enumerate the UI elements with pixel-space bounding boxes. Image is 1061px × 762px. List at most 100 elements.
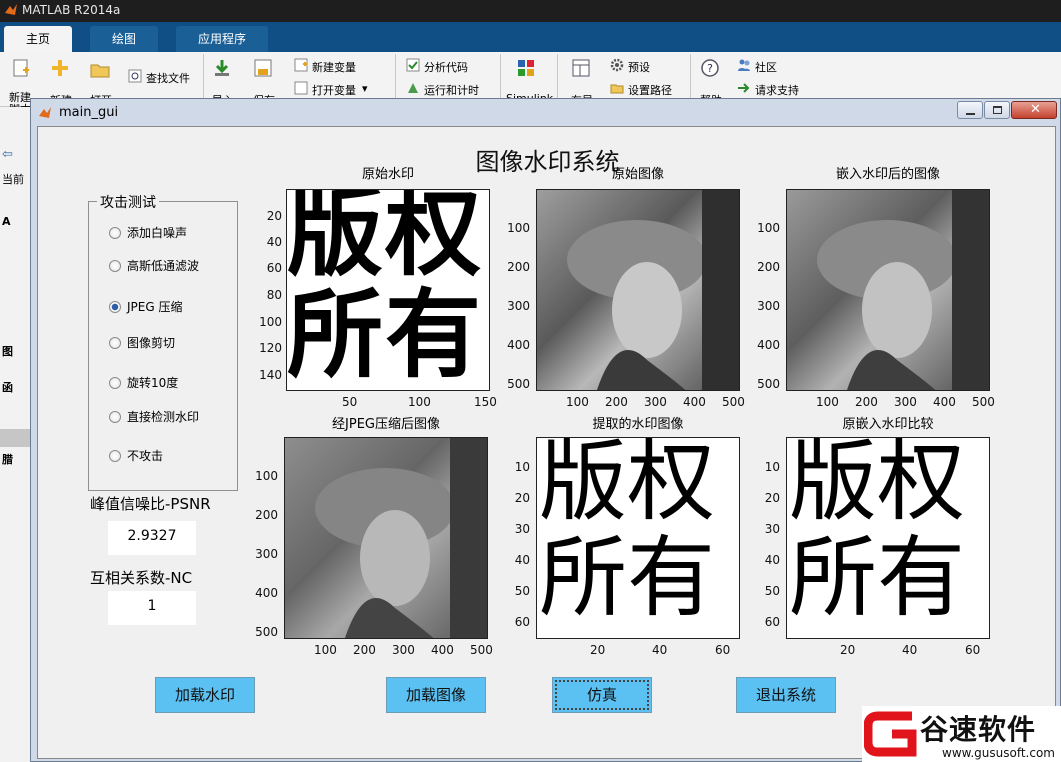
radio-crop-label: 图像剪切 — [127, 336, 176, 350]
ytick: 200 — [507, 260, 530, 274]
new-plus-icon[interactable] — [50, 58, 70, 78]
radio-direct-detect[interactable]: 直接检测水印 — [109, 408, 199, 425]
ribbon-tab-strip: 主页 绘图 应用程序 — [0, 22, 1061, 52]
community-icon[interactable] — [737, 58, 751, 72]
panel-section-fig[interactable]: 图 — [2, 343, 13, 359]
ytick: 100 — [507, 221, 530, 235]
find-files-icon[interactable] — [128, 69, 142, 83]
ytick: 20 — [266, 209, 282, 223]
xtick: 200 — [605, 395, 628, 409]
analyze-code-label[interactable]: 分析代码 — [424, 59, 468, 75]
ytick: 30 — [514, 522, 530, 536]
import-icon[interactable] — [212, 58, 232, 78]
request-support-icon[interactable] — [737, 81, 751, 95]
ytick: 50 — [514, 584, 530, 598]
axes-title-watermark-compare: 原嵌入水印比较 — [842, 417, 934, 432]
save-icon[interactable] — [253, 58, 273, 78]
preferences-label[interactable]: 预设 — [628, 59, 650, 75]
ytick: 120 — [259, 341, 282, 355]
help-icon[interactable]: ? — [700, 58, 720, 78]
xtick: 20 — [840, 643, 856, 657]
radio-direct-detect-indicator[interactable] — [109, 410, 121, 423]
open-variable-label[interactable]: 打开变量 — [312, 82, 356, 98]
radio-white-noise-indicator[interactable] — [109, 226, 121, 239]
radio-no-attack-indicator[interactable] — [109, 449, 121, 462]
community-label[interactable]: 社区 — [755, 59, 777, 75]
request-support-label[interactable]: 请求支持 — [755, 82, 799, 98]
layout-icon[interactable] — [571, 58, 591, 78]
watermark-char: 有 — [385, 278, 483, 391]
xtick: 60 — [965, 643, 981, 657]
open-folder-icon[interactable] — [90, 60, 110, 80]
gususoft-logo: 谷速软件 www.gususoft.com — [862, 706, 1061, 762]
chevron-down-icon[interactable]: ▾ — [362, 82, 368, 95]
find-files-label[interactable]: 查找文件 — [146, 70, 190, 86]
tab-apps[interactable]: 应用程序 — [176, 26, 269, 52]
gear-icon[interactable] — [610, 58, 624, 72]
xtick: 300 — [392, 643, 415, 657]
load-image-button[interactable]: 加载图像 — [386, 677, 486, 713]
panel-section-other[interactable]: 腊 — [2, 451, 13, 467]
analyze-code-icon[interactable] — [406, 58, 420, 72]
ytick: 40 — [266, 235, 282, 249]
watermark-char: 版 — [789, 437, 878, 533]
radio-white-noise[interactable]: 添加白噪声 — [109, 224, 187, 241]
ytick: 10 — [764, 460, 780, 474]
xtick: 50 — [342, 395, 358, 409]
panel-selection-bar — [0, 429, 34, 447]
new-variable-label[interactable]: 新建变量 — [312, 59, 356, 75]
radio-no-attack[interactable]: 不攻击 — [109, 447, 163, 464]
watermark-char: 版 — [287, 189, 385, 289]
tab-home[interactable]: 主页 — [4, 26, 73, 52]
panel-section-a[interactable]: A — [2, 215, 11, 228]
close-button[interactable]: ✕ — [1011, 101, 1057, 119]
matlab-window-icon — [39, 107, 51, 118]
watermark-char: 版 — [539, 437, 628, 533]
axes-title-watermarked-image: 嵌入水印后的图像 — [835, 167, 940, 182]
ytick: 400 — [255, 586, 278, 600]
extracted-chars-row2: 所有 — [539, 528, 739, 628]
simulate-button[interactable]: 仿真 — [552, 677, 652, 713]
maximize-button[interactable] — [984, 101, 1010, 119]
load-watermark-button[interactable]: 加载水印 — [155, 677, 255, 713]
radio-gaussian-filter[interactable]: 高斯低通滤波 — [109, 257, 199, 274]
maximize-icon — [993, 106, 1002, 114]
axes-extracted-watermark: 版权 所有 — [536, 437, 740, 639]
run-time-label[interactable]: 运行和计时 — [424, 82, 479, 98]
ytick: 40 — [764, 553, 780, 567]
exit-system-button[interactable]: 退出系统 — [736, 677, 836, 713]
set-path-label[interactable]: 设置路径 — [628, 82, 672, 98]
radio-rotate[interactable]: 旋转10度 — [109, 374, 178, 391]
gususoft-url: www.gususoft.com — [942, 746, 1055, 760]
xtick: 300 — [644, 395, 667, 409]
ytick: 500 — [255, 625, 278, 639]
ytick: 400 — [507, 338, 530, 352]
radio-gaussian-filter-indicator[interactable] — [109, 259, 121, 272]
minimize-button[interactable] — [957, 101, 983, 119]
ytick: 20 — [764, 491, 780, 505]
radio-no-attack-label: 不攻击 — [127, 449, 164, 463]
run-time-icon[interactable] — [406, 81, 420, 95]
open-variable-icon[interactable] — [294, 81, 308, 95]
ytick: 30 — [764, 522, 780, 536]
radio-jpeg-compress-indicator[interactable] — [109, 300, 121, 313]
xtick: 200 — [353, 643, 376, 657]
close-icon: ✕ — [1030, 102, 1041, 117]
tab-plots[interactable]: 绘图 — [90, 26, 159, 52]
ytick: 140 — [259, 368, 282, 382]
radio-jpeg-compress[interactable]: JPEG 压缩 — [109, 298, 182, 315]
matlab-logo-icon — [5, 4, 17, 15]
new-script-icon[interactable] — [11, 58, 31, 78]
set-path-icon[interactable] — [610, 81, 624, 95]
back-arrow-icon[interactable]: ⇦ — [2, 147, 13, 162]
attack-group-title: 攻击测试 — [97, 192, 159, 212]
axes-original-watermark: 版权 所有 — [286, 189, 490, 391]
ytick: 20 — [514, 491, 530, 505]
radio-crop[interactable]: 图像剪切 — [109, 334, 175, 351]
radio-crop-indicator[interactable] — [109, 336, 121, 349]
new-variable-icon[interactable] — [294, 58, 308, 72]
panel-section-fn[interactable]: 函 — [2, 379, 13, 395]
simulink-icon[interactable] — [516, 58, 536, 78]
radio-rotate-indicator[interactable] — [109, 376, 121, 389]
ytick: 100 — [259, 315, 282, 329]
